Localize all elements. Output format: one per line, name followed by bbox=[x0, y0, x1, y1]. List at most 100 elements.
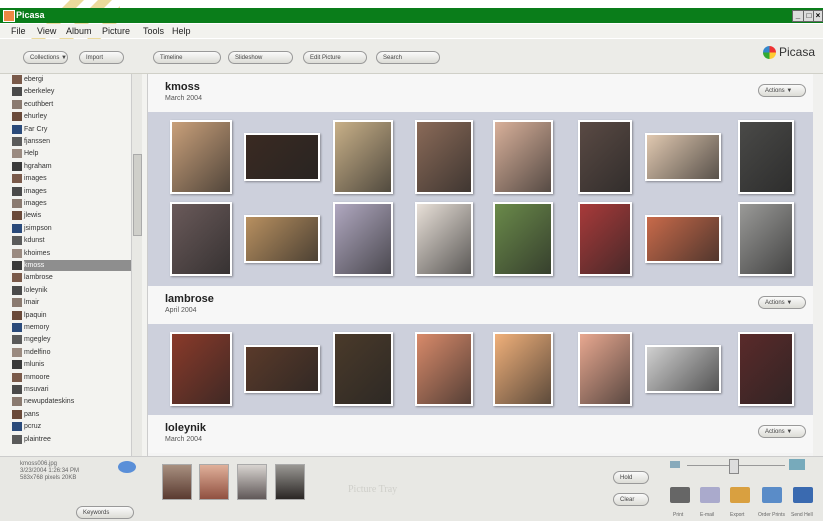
actions-button[interactable]: Actions ▼ bbox=[758, 296, 806, 309]
sidebar-item[interactable]: Far Cry bbox=[12, 124, 134, 135]
photo-thumbnail[interactable] bbox=[415, 202, 473, 276]
photo-thumbnail[interactable] bbox=[493, 120, 553, 194]
tray-thumb[interactable] bbox=[275, 464, 305, 500]
folder-name: lambrose bbox=[165, 293, 214, 305]
sidebar-item[interactable]: jsimpson bbox=[12, 223, 134, 234]
sidebar-item[interactable]: newupdateskins bbox=[12, 396, 134, 407]
file-date: 3/23/2004 1:26:34 PM bbox=[20, 468, 80, 474]
menu-file[interactable]: File bbox=[11, 26, 26, 36]
menu-help[interactable]: Help bbox=[172, 26, 191, 36]
photo-thumbnail[interactable] bbox=[738, 332, 794, 406]
sidebar-item[interactable]: kdunst bbox=[12, 235, 134, 246]
sidebar-item[interactable]: loleynik bbox=[12, 285, 134, 296]
email-label: E-mail bbox=[700, 512, 715, 518]
sidebar-item[interactable]: mgegley bbox=[12, 334, 134, 345]
sidebar-item[interactable]: fjanssen bbox=[12, 136, 134, 147]
photo-thumbnail[interactable] bbox=[415, 120, 473, 194]
photo-thumbnail[interactable] bbox=[244, 215, 320, 263]
photo-thumbnail[interactable] bbox=[578, 202, 632, 276]
scroll-thumb[interactable] bbox=[133, 154, 142, 236]
sidebar-item[interactable]: ehurley bbox=[12, 111, 134, 122]
photo-thumbnail[interactable] bbox=[493, 202, 553, 276]
keywords-button[interactable]: Keywords bbox=[76, 506, 134, 519]
photo-thumbnail[interactable] bbox=[738, 202, 794, 276]
hold-button[interactable]: Hold bbox=[613, 471, 649, 484]
export-label: Export bbox=[730, 512, 745, 518]
menu-view[interactable]: View bbox=[37, 26, 56, 36]
sidebar-scrollbar[interactable] bbox=[131, 74, 142, 456]
import-button[interactable]: Import bbox=[79, 51, 124, 64]
search-button[interactable]: Search bbox=[376, 51, 440, 64]
zoom-slider-handle[interactable] bbox=[729, 459, 739, 474]
photo-thumbnail[interactable] bbox=[333, 202, 393, 276]
order-prints-icon[interactable] bbox=[762, 487, 782, 503]
sidebar-item[interactable]: mdelfino bbox=[12, 347, 134, 358]
sidebar-item[interactable]: eberkeley bbox=[12, 86, 134, 97]
slideshow-button[interactable]: Slideshow bbox=[228, 51, 293, 64]
collections-button[interactable]: Collections ▼ bbox=[23, 51, 68, 64]
sidebar-item[interactable]: msuvari bbox=[12, 384, 134, 395]
sidebar-item[interactable]: images bbox=[12, 186, 134, 197]
tray-thumb[interactable] bbox=[162, 464, 192, 500]
folder-thumbnail bbox=[12, 360, 22, 370]
photo-thumbnail[interactable] bbox=[333, 120, 393, 194]
content-scrollbar[interactable] bbox=[813, 74, 823, 456]
actions-button[interactable]: Actions ▼ bbox=[758, 425, 806, 438]
print-icon[interactable] bbox=[670, 487, 690, 503]
picture-tray: kmoss006.jpg 3/23/2004 1:26:34 PM 583x76… bbox=[0, 456, 823, 521]
sidebar-item[interactable]: ebergi bbox=[12, 74, 134, 85]
menu-tools[interactable]: Tools bbox=[143, 26, 164, 36]
folder-thumbnail bbox=[12, 112, 22, 122]
sidebar-item[interactable]: pans bbox=[12, 409, 134, 420]
picasa-logo: Picasa bbox=[763, 45, 815, 60]
sidebar-item[interactable]: Help bbox=[12, 148, 134, 159]
sidebar-item[interactable]: images bbox=[12, 198, 134, 209]
photo-thumbnail[interactable] bbox=[333, 332, 393, 406]
sidebar-item[interactable]: mlunis bbox=[12, 359, 134, 370]
tray-thumb[interactable] bbox=[199, 464, 229, 500]
photo-thumbnail[interactable] bbox=[415, 332, 473, 406]
photo-thumbnail[interactable] bbox=[645, 133, 721, 181]
photo-thumbnail[interactable] bbox=[645, 215, 721, 263]
photo-thumbnail[interactable] bbox=[645, 345, 721, 393]
photo-thumbnail[interactable] bbox=[738, 120, 794, 194]
sidebar-item[interactable]: memory bbox=[12, 322, 134, 333]
close-button[interactable]: × bbox=[813, 10, 823, 22]
menu-album[interactable]: Album bbox=[66, 26, 92, 36]
photo-thumbnail[interactable] bbox=[244, 345, 320, 393]
send-hello-icon[interactable] bbox=[793, 487, 813, 503]
tray-thumb[interactable] bbox=[237, 464, 267, 500]
photo-thumbnail[interactable] bbox=[493, 332, 553, 406]
sidebar-item-label: ecuthbert bbox=[24, 100, 54, 108]
toolbar: Collections ▼ Import Timeline Slideshow … bbox=[0, 39, 823, 74]
photo-thumbnail[interactable] bbox=[170, 120, 232, 194]
window-title: Picasa bbox=[16, 10, 45, 20]
sidebar-item[interactable]: lambrose bbox=[12, 272, 134, 283]
sidebar-item[interactable]: kmoss bbox=[12, 260, 134, 271]
folder-thumbnail bbox=[12, 285, 22, 295]
export-icon[interactable] bbox=[730, 487, 750, 503]
sidebar-item[interactable]: lpaquin bbox=[12, 310, 134, 321]
sidebar-item[interactable]: hgraham bbox=[12, 161, 134, 172]
tag-bubble-icon[interactable] bbox=[118, 461, 136, 473]
folder-header: lambrose April 2004 Actions ▼ bbox=[148, 286, 823, 324]
photo-thumbnail[interactable] bbox=[578, 120, 632, 194]
email-icon[interactable] bbox=[700, 487, 720, 503]
sidebar-item[interactable]: khoimes bbox=[12, 248, 134, 259]
sidebar-item[interactable]: plaintree bbox=[12, 434, 134, 445]
photo-thumbnail[interactable] bbox=[578, 332, 632, 406]
sidebar-item[interactable]: jlewis bbox=[12, 210, 134, 221]
photo-thumbnail[interactable] bbox=[170, 332, 232, 406]
sidebar-item[interactable]: lmair bbox=[12, 297, 134, 308]
timeline-button[interactable]: Timeline bbox=[153, 51, 221, 64]
edit-picture-button[interactable]: Edit Picture bbox=[303, 51, 367, 64]
actions-button[interactable]: Actions ▼ bbox=[758, 84, 806, 97]
clear-button[interactable]: Clear bbox=[613, 493, 649, 506]
photo-thumbnail[interactable] bbox=[244, 133, 320, 181]
sidebar-item[interactable]: ecuthbert bbox=[12, 99, 134, 110]
sidebar-item[interactable]: mmoore bbox=[12, 372, 134, 383]
sidebar-item[interactable]: pcruz bbox=[12, 421, 134, 432]
photo-thumbnail[interactable] bbox=[170, 202, 232, 276]
menu-picture[interactable]: Picture bbox=[102, 26, 130, 36]
sidebar-item[interactable]: images bbox=[12, 173, 134, 184]
